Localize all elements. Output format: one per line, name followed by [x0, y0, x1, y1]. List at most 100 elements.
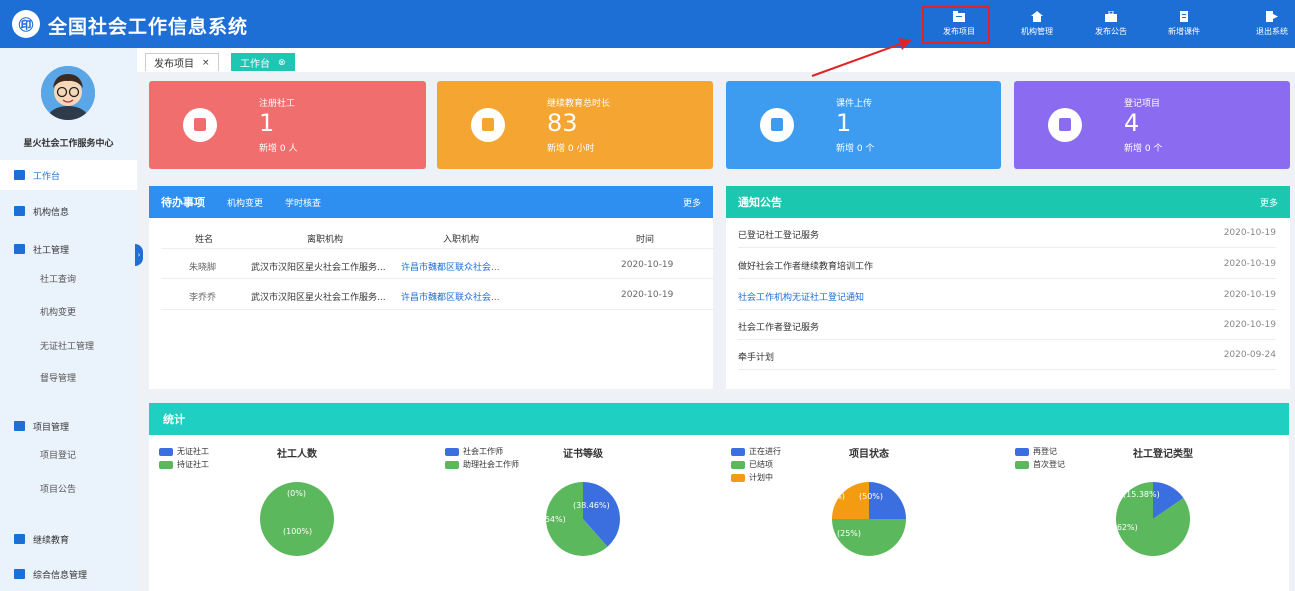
user-icon: [183, 108, 217, 142]
cell-to-org[interactable]: 许昌市魏都区联众社会...: [401, 260, 500, 273]
notice-title: 通知公告: [738, 196, 782, 209]
document-icon: [1180, 11, 1188, 22]
sidebar-item-continuing-edu[interactable]: 继续教育: [0, 524, 137, 554]
stat-value: 1: [836, 109, 852, 137]
sidebar-item-label: 项目登记: [40, 450, 77, 461]
notice-item-title[interactable]: 社会工作者登记服务: [738, 320, 819, 333]
sidebar-item-label: 机构信息: [33, 207, 70, 218]
notice-panel-header: 通知公告 更多: [726, 186, 1290, 218]
notice-panel: 通知公告 更多 已登记社工登记服务 2020-10-19 做好社会工作者继续教育…: [726, 186, 1290, 389]
tab-label: 发布项目: [154, 59, 194, 70]
tab-workbench[interactable]: 工作台 ⊗: [231, 53, 295, 71]
avatar[interactable]: [41, 66, 95, 120]
todo-panel-header: 待办事项 机构变更 学时核查 更多: [149, 186, 713, 218]
publish-notice-label: 发布公告: [1095, 27, 1127, 36]
home-icon: [14, 170, 25, 180]
stat-value: 1: [259, 109, 275, 137]
stat-card-courseware-upload[interactable]: 课件上传 1 新增 0 个: [726, 81, 1001, 169]
cell-date: 2020-10-19: [621, 290, 674, 300]
close-icon[interactable]: ×: [202, 58, 210, 68]
sidebar-item-org-change[interactable]: 机构变更: [0, 296, 137, 326]
building-icon: [471, 108, 505, 142]
notice-item-title[interactable]: 已登记社工登记服务: [738, 228, 819, 241]
cell-to-org[interactable]: 许昌市魏都区联众社会...: [401, 290, 500, 303]
list-item[interactable]: 社会工作者登记服务 2020-10-19: [738, 310, 1276, 340]
stat-card-registered-workers[interactable]: 注册社工 1 新增 0 人: [149, 81, 426, 169]
stat-value: 83: [547, 109, 578, 137]
stat-value: 4: [1124, 109, 1140, 137]
cell-from-org: 武汉市汉阳区星火社会工作服务...: [251, 293, 386, 303]
book-icon: [760, 108, 794, 142]
list-item[interactable]: 已登记社工登记服务 2020-10-19: [738, 218, 1276, 248]
pie-chart: [1116, 482, 1191, 556]
list-item[interactable]: 社会工作机构无证社工登记通知 2020-10-19: [738, 280, 1276, 310]
sidebar-item-label: 工作台: [33, 171, 61, 182]
column-header: 姓名: [195, 235, 214, 245]
tab-org-change[interactable]: 机构变更: [227, 196, 263, 209]
app-title: 全国社会工作信息系统: [48, 16, 249, 38]
briefcase-icon: [1105, 11, 1117, 22]
sidebar-item-project-register[interactable]: 项目登记: [0, 439, 137, 469]
sidebar-item-worker-query[interactable]: 社工查询: [0, 263, 137, 293]
tab-label: 工作台: [240, 59, 270, 70]
column-header: 离职机构: [307, 235, 344, 245]
sidebar-item-label: 督导管理: [40, 373, 77, 384]
stat-label: 注册社工: [259, 99, 296, 109]
add-courseware-button[interactable]: 新增课件: [1162, 0, 1206, 48]
table-row[interactable]: 李乔乔 武汉市汉阳区星火社会工作服务... 许昌市魏都区联众社会... 2020…: [161, 279, 715, 310]
sidebar-item-general-info[interactable]: 综合信息管理: [0, 559, 137, 589]
notice-item-date: 2020-10-19: [1223, 320, 1276, 330]
sidebar-item-label: 综合信息管理: [33, 570, 88, 581]
column-header: 入职机构: [443, 235, 480, 245]
building-icon: [14, 206, 25, 216]
stat-sub: 新增 0 个: [1124, 144, 1163, 154]
sidebar-item-label: 社工管理: [33, 245, 70, 256]
cell-name: 李乔乔: [189, 293, 217, 303]
tab-publish-project[interactable]: 发布项目 ×: [145, 53, 219, 71]
sidebar-item-workbench[interactable]: 工作台: [0, 160, 137, 190]
stat-label: 课件上传: [836, 99, 873, 109]
add-courseware-label: 新增课件: [1168, 27, 1200, 36]
org-name: 星火社会工作服务中心: [23, 139, 114, 149]
sidebar-item-project-mgmt[interactable]: 项目管理: [0, 411, 137, 441]
sidebar-item-label: 无证社工管理: [40, 341, 95, 352]
grid-icon: [1048, 108, 1082, 142]
tab-bar: 发布项目 × 工作台 ⊗: [137, 48, 1295, 72]
notice-more-link[interactable]: 更多: [1260, 196, 1278, 209]
sidebar-item-org-info[interactable]: 机构信息: [0, 196, 137, 226]
pie-data-label: (15.38%): [1123, 490, 1160, 499]
stat-sub: 新增 0 小时: [547, 144, 595, 154]
notice-item-title[interactable]: 做好社会工作者继续教育培训工作: [738, 259, 873, 272]
sidebar-item-project-notice[interactable]: 项目公告: [0, 473, 137, 503]
list-item[interactable]: 做好社会工作者继续教育培训工作 2020-10-19: [738, 249, 1276, 279]
notice-item-title[interactable]: 牵手计划: [738, 350, 774, 363]
list-item[interactable]: 牵手计划 2020-09-24: [738, 340, 1276, 370]
stat-card-continuing-edu-hours[interactable]: 继续教育总时长 83 新增 0 小时: [437, 81, 713, 169]
notice-item-date: 2020-10-19: [1223, 259, 1276, 269]
avatar-icon: [41, 66, 95, 120]
chart-icon: [14, 569, 25, 579]
sidebar-item-social-worker-mgmt[interactable]: 社工管理: [0, 234, 137, 264]
annotation-highlight-box: [922, 6, 990, 44]
stat-card-registered-projects[interactable]: 登记项目 4 新增 0 个: [1014, 81, 1290, 169]
logout-icon: [1266, 11, 1278, 22]
stat-label: 登记项目: [1124, 99, 1161, 109]
table-row[interactable]: 朱晓脚 武汉市汉阳区星火社会工作服务... 许昌市魏都区联众社会... 2020…: [161, 248, 715, 279]
book-icon: [14, 534, 25, 544]
logout-button[interactable]: 退出系统: [1252, 0, 1292, 48]
sidebar-collapse-handle[interactable]: ›: [135, 244, 143, 266]
tab-hours-check[interactable]: 学时核查: [285, 196, 321, 209]
todo-panel: 待办事项 机构变更 学时核查 更多 姓名 离职机构 入职机构 时间 朱晓脚 武汉…: [149, 186, 715, 389]
todo-more-link[interactable]: 更多: [683, 196, 701, 209]
list-icon: [14, 421, 25, 431]
chevron-right-icon: ›: [137, 251, 141, 259]
org-management-button[interactable]: 机构管理: [1018, 0, 1056, 48]
sidebar-item-uncertified-mgmt[interactable]: 无证社工管理: [0, 330, 137, 360]
user-icon: [14, 244, 25, 254]
stat-label: 继续教育总时长: [547, 99, 611, 109]
notice-item-title[interactable]: 社会工作机构无证社工登记通知: [738, 290, 864, 303]
close-icon[interactable]: ⊗: [278, 58, 286, 68]
logout-label: 退出系统: [1256, 27, 1288, 36]
sidebar-item-supervision[interactable]: 督导管理: [0, 362, 137, 392]
publish-notice-button[interactable]: 发布公告: [1092, 0, 1130, 48]
